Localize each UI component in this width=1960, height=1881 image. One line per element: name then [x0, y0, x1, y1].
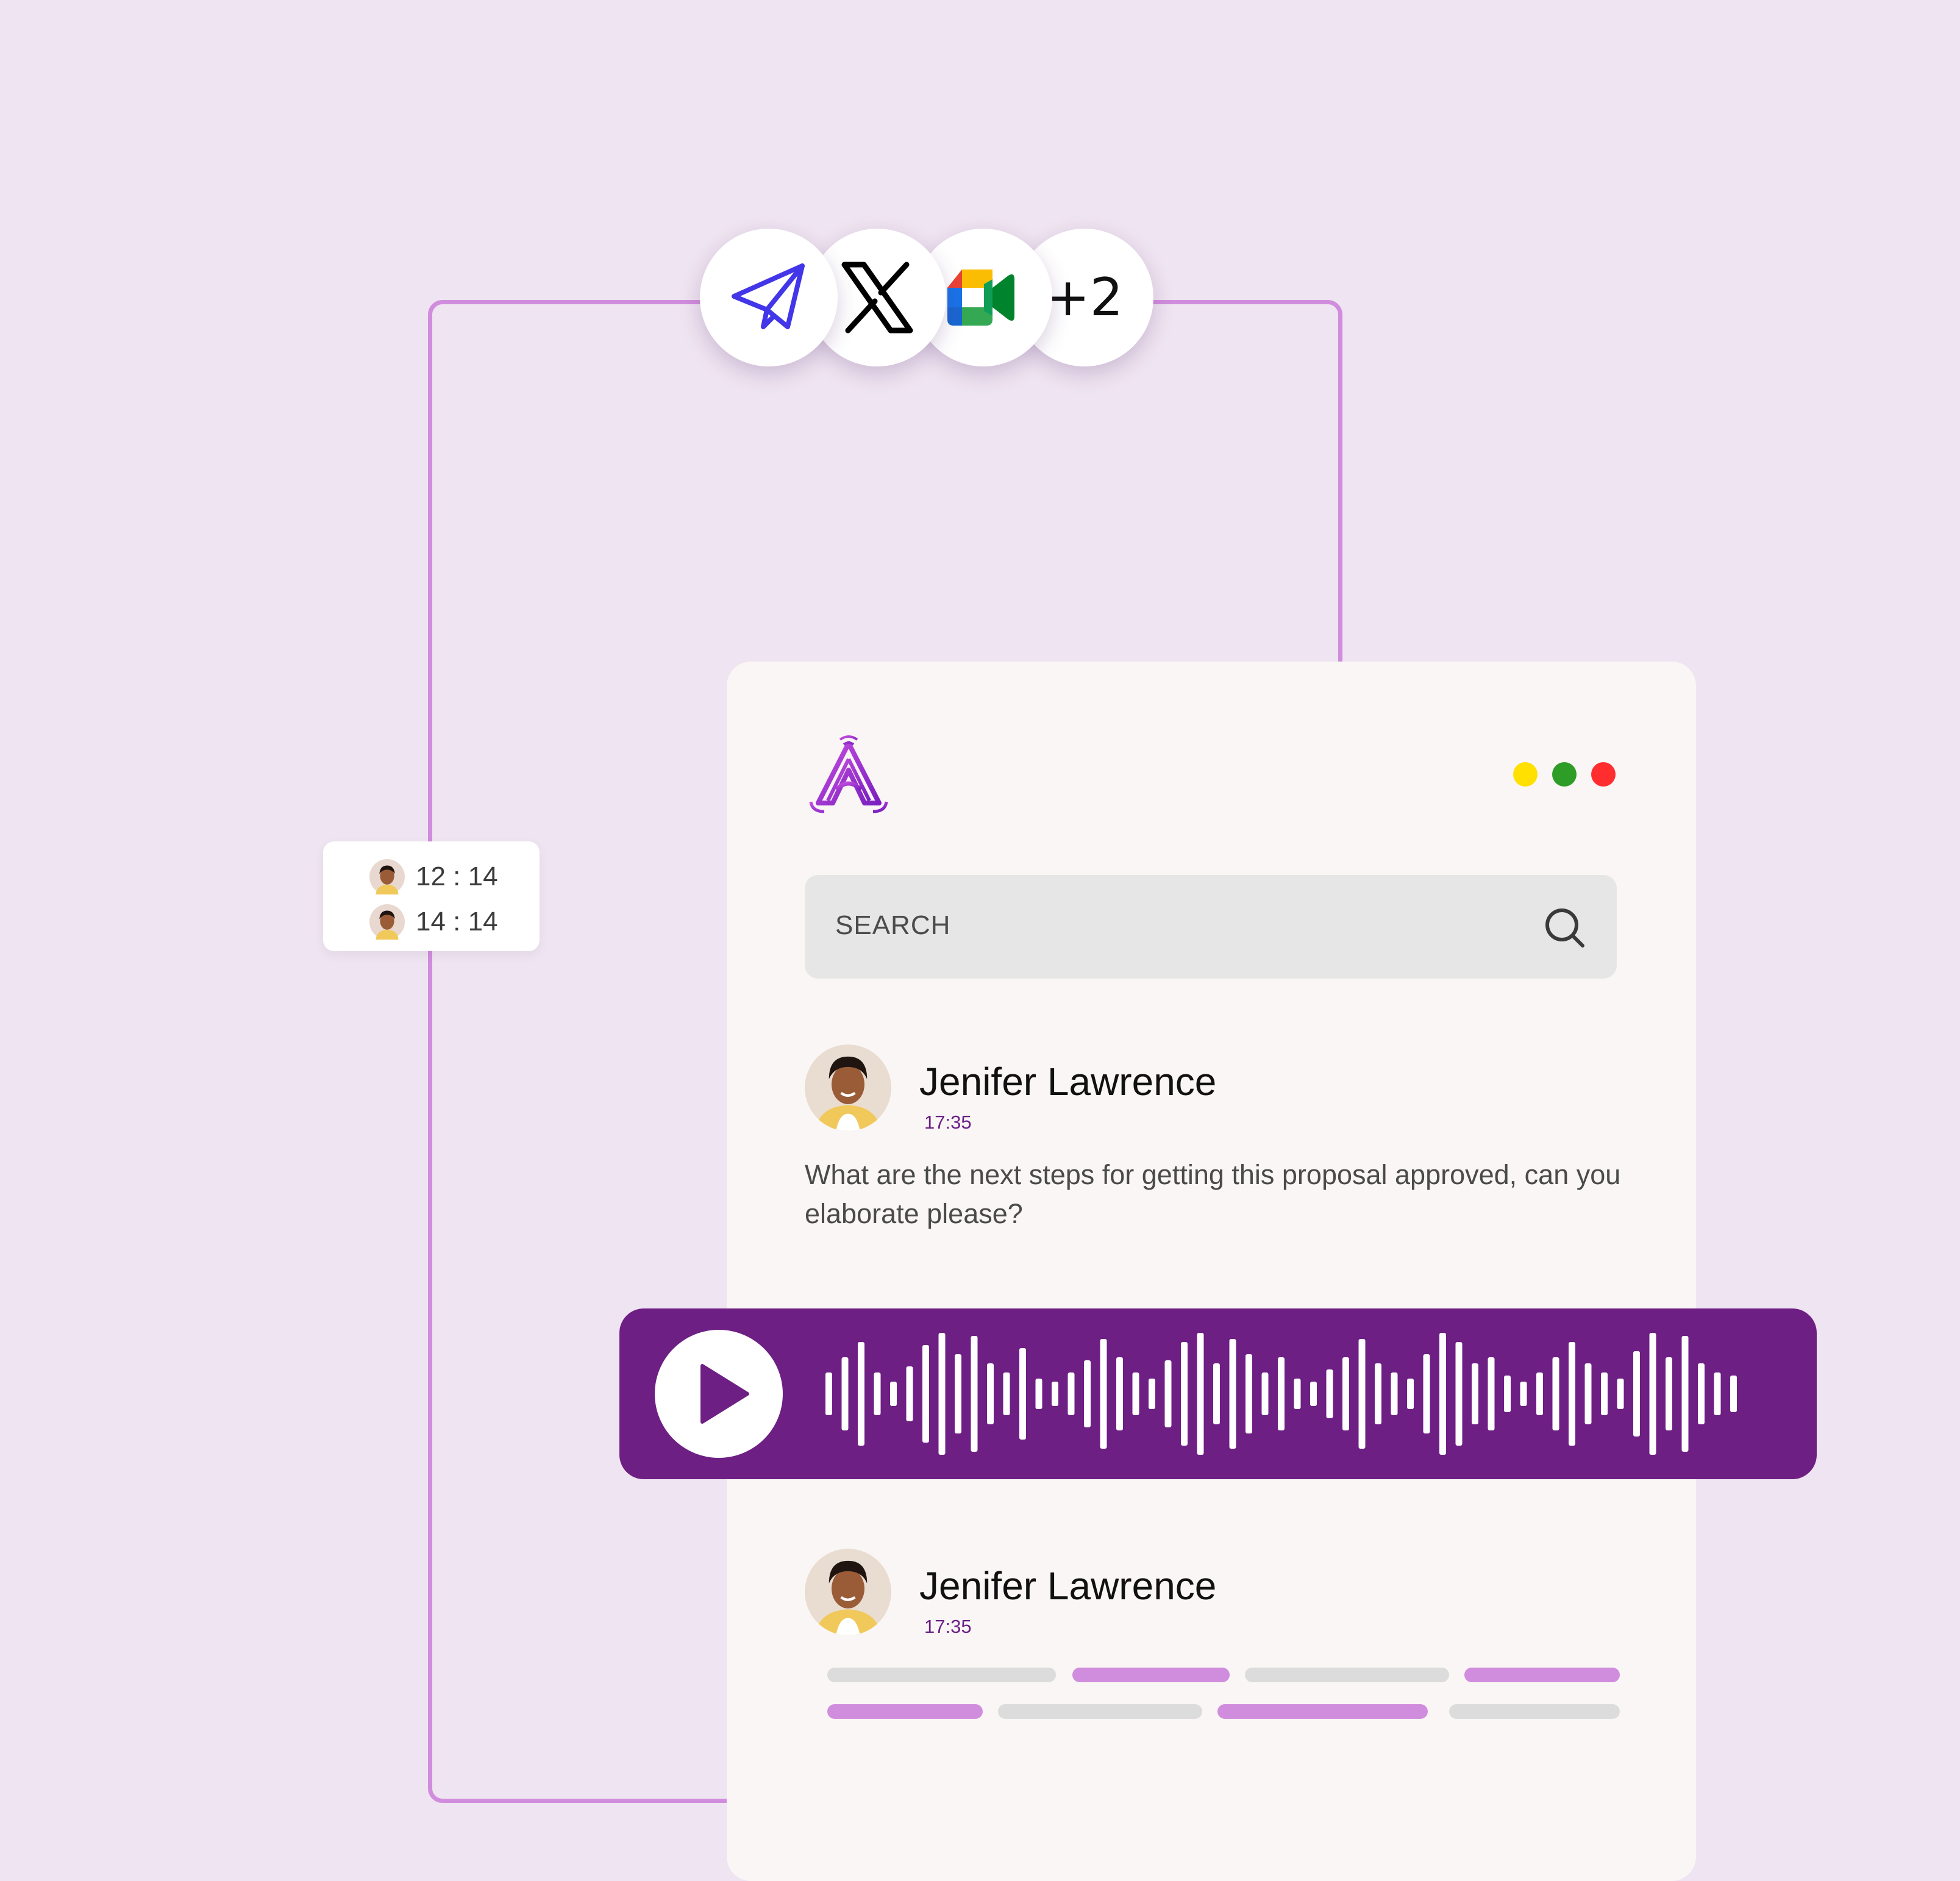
waveform-bar — [1213, 1363, 1220, 1424]
waveform-bar — [1278, 1357, 1285, 1430]
waveform-bar — [825, 1372, 832, 1415]
app-logo-icon — [809, 735, 888, 813]
timer-row: 12 : 14 — [369, 858, 498, 895]
waveform-bar — [1229, 1339, 1236, 1449]
waveform-bar — [1084, 1360, 1091, 1427]
google-meet-icon — [947, 269, 1014, 326]
more-integrations-count: +2 — [1046, 267, 1124, 328]
avatar — [369, 859, 405, 894]
timer-card: 12 : 14 14 : 14 — [323, 841, 540, 951]
telegram-integration[interactable] — [700, 229, 838, 366]
integration-icons-group: +2 — [0, 0, 1960, 427]
telegram-send-icon — [732, 263, 805, 329]
waveform-bar — [1116, 1357, 1123, 1430]
waveform-bar — [1035, 1379, 1042, 1409]
waveform-bar — [1681, 1336, 1689, 1452]
window-controls — [1513, 762, 1630, 787]
message-text-placeholder — [827, 1668, 1620, 1741]
waveform-bar — [1375, 1363, 1381, 1424]
waveform-bar — [1649, 1333, 1656, 1455]
waveform-bar — [1439, 1333, 1446, 1455]
waveform-bar — [1536, 1372, 1543, 1415]
search-input[interactable]: SEARCH — [805, 875, 1617, 979]
message-author: Jenifer Lawrence — [919, 1564, 1217, 1608]
message-text: What are the next steps for getting this… — [805, 1159, 1621, 1229]
waveform-bar — [1666, 1357, 1672, 1430]
waveform-bar — [1714, 1372, 1721, 1415]
waveform-bar — [1472, 1363, 1478, 1424]
audio-waveform — [825, 1333, 1737, 1455]
waveform-bar — [1391, 1372, 1398, 1415]
waveform-bar — [874, 1372, 881, 1415]
waveform-bar — [1294, 1379, 1301, 1409]
waveform-bar — [1504, 1376, 1511, 1412]
avatar — [805, 1044, 891, 1131]
waveform-bar — [1003, 1372, 1010, 1415]
waveform-bar — [858, 1342, 864, 1446]
placeholder-line — [827, 1704, 983, 1719]
search-icon[interactable] — [1542, 905, 1586, 949]
waveform-bar — [1164, 1360, 1172, 1427]
waveform-bar — [1342, 1357, 1349, 1430]
waveform-bar — [1197, 1333, 1204, 1455]
placeholder-line — [1245, 1668, 1449, 1682]
timer-row: 14 : 14 — [369, 904, 498, 940]
waveform-bar — [987, 1363, 994, 1424]
timer-value: 12 : 14 — [416, 862, 498, 891]
waveform-bar — [1698, 1363, 1705, 1424]
waveform-bar — [1584, 1363, 1592, 1424]
waveform-bar — [1633, 1351, 1640, 1437]
waveform-bar — [1455, 1342, 1463, 1446]
waveform-bar — [1407, 1379, 1414, 1409]
waveform-bar — [1019, 1348, 1026, 1440]
close-button[interactable] — [1591, 762, 1616, 787]
waveform-bar — [938, 1333, 946, 1455]
waveform-bar — [971, 1336, 978, 1452]
waveform-bar — [1067, 1372, 1075, 1415]
waveform-bar — [1261, 1372, 1269, 1415]
waveform-bar — [1552, 1357, 1559, 1430]
waveform-bar — [922, 1345, 929, 1443]
waveform-bar — [1100, 1339, 1107, 1449]
waveform-bar — [1149, 1379, 1155, 1409]
timer-value: 14 : 14 — [416, 907, 498, 937]
waveform-bar — [1181, 1342, 1188, 1446]
minimize-button[interactable] — [1513, 762, 1538, 787]
placeholder-line — [1464, 1668, 1620, 1682]
waveform-bar — [1569, 1342, 1575, 1446]
placeholder-line — [1072, 1668, 1230, 1682]
waveform-bar — [906, 1366, 913, 1421]
avatar — [805, 1549, 891, 1635]
waveform-bar — [1488, 1357, 1495, 1430]
x-logo-icon — [841, 262, 913, 334]
waveform-bar — [1052, 1382, 1058, 1406]
message-time: 17:35 — [924, 1616, 972, 1637]
chat-window: SEARCH Jenifer Lawrence 17:35 What are t… — [727, 662, 1696, 1881]
placeholder-line — [827, 1668, 1056, 1682]
waveform-bar — [1423, 1354, 1430, 1433]
waveform-bar — [1617, 1379, 1624, 1409]
waveform-bar — [1601, 1372, 1608, 1415]
waveform-bar — [1310, 1382, 1317, 1406]
message-author: Jenifer Lawrence — [919, 1060, 1217, 1104]
placeholder-line — [1217, 1704, 1428, 1719]
voice-message-player[interactable] — [619, 1308, 1817, 1479]
placeholder-line — [1449, 1704, 1620, 1719]
waveform-bar — [841, 1357, 849, 1430]
waveform-bar — [1358, 1339, 1366, 1449]
waveform-bar — [1245, 1354, 1252, 1433]
avatar — [369, 904, 405, 940]
message-time: 17:35 — [924, 1112, 972, 1133]
waveform-bar — [1326, 1369, 1333, 1418]
waveform-bar — [955, 1354, 961, 1433]
search-placeholder: SEARCH — [835, 910, 951, 940]
waveform-bar — [1730, 1376, 1737, 1412]
play-icon — [700, 1364, 749, 1424]
waveform-bar — [890, 1382, 897, 1406]
maximize-button[interactable] — [1552, 762, 1577, 787]
placeholder-line — [998, 1704, 1202, 1719]
play-button[interactable] — [655, 1330, 783, 1458]
waveform-bar — [1132, 1372, 1139, 1415]
waveform-bar — [1520, 1382, 1527, 1406]
